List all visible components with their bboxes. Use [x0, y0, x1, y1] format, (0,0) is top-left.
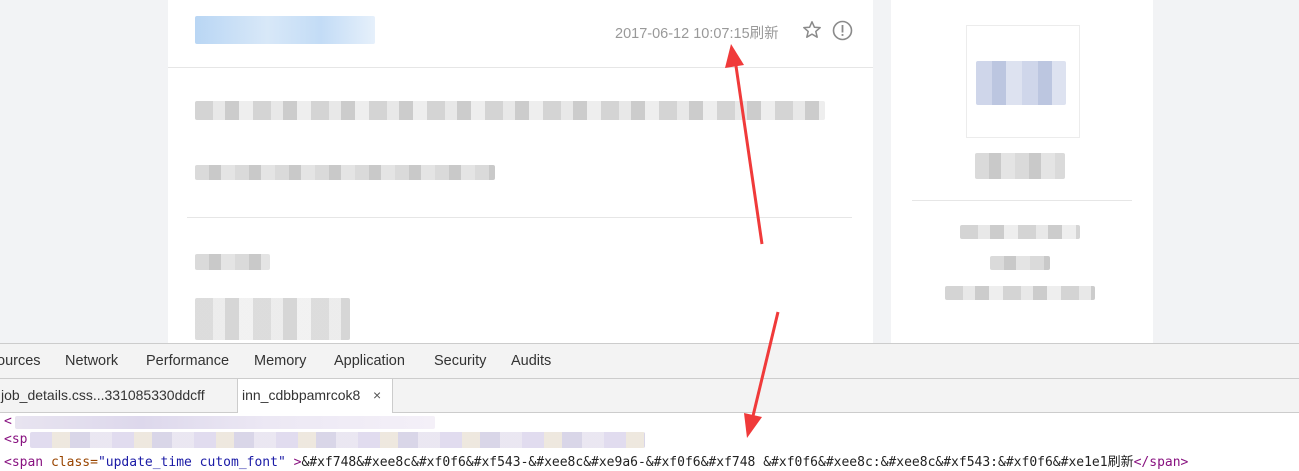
exclamation-circle-icon[interactable]: [832, 20, 853, 41]
tab-memory[interactable]: Memory: [254, 353, 306, 369]
web-page-area: 2017-06-12 10:07:15刷新: [0, 0, 1299, 343]
obfuscated-font-content: &#xf748&#xee8c&#xf0f6&#xf543-&#xee8c&#xe…: [301, 455, 1134, 470]
side-divider: [912, 200, 1132, 201]
refresh-label: 刷新: [749, 26, 779, 42]
code-line-1-redacted: [15, 416, 435, 429]
span-open-tag-end: >: [285, 455, 302, 470]
span-close-tag: </span>: [1133, 455, 1189, 470]
code-line-1: <: [4, 414, 12, 429]
file-tab-font-label: inn_cdbbpamrcok8: [242, 387, 361, 403]
class-attr-value: "update_time cutom_font": [97, 455, 286, 470]
source-file-tabs: job_details.css...331085330ddcff inn_cdb…: [0, 379, 1299, 413]
file-tab-job-details-css[interactable]: job_details.css...331085330ddcff: [0, 379, 209, 412]
span-open-tag: <span: [4, 455, 51, 470]
header-divider: [168, 67, 873, 68]
star-outline-icon[interactable]: [802, 20, 822, 40]
company-info-redacted-3: [945, 286, 1095, 300]
tab-audits[interactable]: Audits: [511, 353, 551, 369]
timestamp-text: 2017-06-12 10:07:15: [615, 26, 750, 42]
code-line-2: <sp: [4, 432, 27, 447]
code-line-2-text: <sp: [4, 432, 28, 447]
devtools-tab-bar: ources Network Performance Memory Applic…: [0, 344, 1299, 379]
code-line-3[interactable]: <span class="update_time cutom_font" >&#…: [4, 451, 1188, 470]
job-info-redacted: [195, 101, 825, 120]
section-heading-redacted: [195, 254, 270, 270]
code-line-1-text: <: [4, 414, 12, 429]
file-tab-font[interactable]: inn_cdbbpamrcok8 ×: [237, 379, 393, 413]
job-tags-redacted: [195, 165, 495, 180]
tab-network[interactable]: Network: [65, 353, 118, 369]
job-title-redacted: [195, 16, 375, 44]
code-line-2-redacted: [30, 432, 645, 448]
section-text-redacted: [195, 298, 350, 340]
section-divider: [187, 217, 852, 218]
tab-sources[interactable]: ources: [0, 353, 41, 369]
update-timestamp: 2017-06-12 10:07:15刷新: [615, 22, 779, 43]
close-icon[interactable]: ×: [373, 379, 381, 412]
company-name-redacted: [975, 153, 1065, 179]
logo-image-redacted: [976, 61, 1066, 105]
devtools-panel: ources Network Performance Memory Applic…: [0, 343, 1299, 471]
source-code-view: < <sp <span class="update_time cutom_fon…: [0, 413, 1299, 471]
company-info-redacted-2: [990, 256, 1050, 270]
tab-security[interactable]: Security: [434, 353, 486, 369]
company-logo: [966, 25, 1080, 138]
company-info-redacted-1: [960, 225, 1080, 239]
class-attr: class=: [50, 455, 98, 470]
tab-performance[interactable]: Performance: [146, 353, 229, 369]
tab-application[interactable]: Application: [334, 353, 405, 369]
